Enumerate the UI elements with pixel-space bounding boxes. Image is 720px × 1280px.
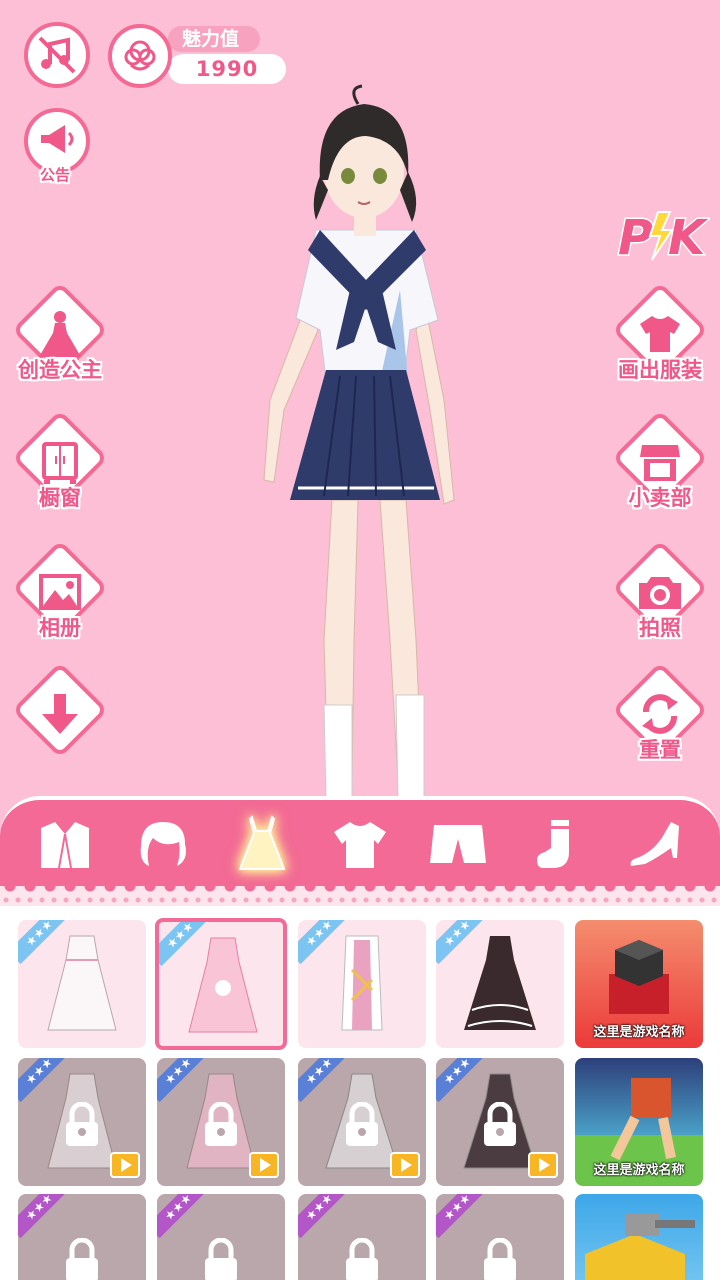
draw-clothes-button[interactable]: 画出服装 [610, 281, 710, 404]
ad-game-title: 这里是游戏名称 [593, 1025, 685, 1040]
shirt-icon [640, 316, 680, 352]
ad-game-title: 这里是游戏名称 [593, 1163, 685, 1178]
wardrobe-label: 橱窗 [39, 486, 81, 510]
download-button[interactable] [10, 661, 110, 784]
pk-button[interactable]: P K [614, 204, 711, 268]
shop-label: 小卖部 [628, 486, 692, 510]
category-hair[interactable] [128, 809, 198, 879]
coat-icon [41, 822, 90, 869]
dress-item-5-locked[interactable]: ★★★ [18, 1058, 146, 1186]
svg-text:P: P [618, 210, 653, 266]
dress-thumbnail [464, 936, 536, 1030]
hair-icon [141, 822, 187, 866]
download-arrow-icon [42, 694, 78, 734]
category-socks[interactable] [522, 809, 592, 879]
lace-dots [0, 896, 720, 904]
music-off-icon [38, 36, 76, 74]
ad-game-2[interactable]: 这里是游戏名称 [575, 1058, 703, 1186]
create-princess-label: 创造公主 [18, 358, 102, 382]
tshirt-icon [333, 822, 386, 868]
item-grid: ★★★ ★★★ ★★★ ★★★ 这里是游戏名称 ★★★ ★★★ ★★★ ★★★ … [0, 906, 720, 1280]
dress-item-10-locked[interactable]: ★★★ [157, 1194, 285, 1280]
dress-thumbnail [47, 935, 117, 1031]
photo-label: 拍照 [639, 616, 681, 640]
dress-item-2[interactable]: ★★★ [155, 918, 287, 1050]
category-coat[interactable] [30, 809, 100, 879]
flower-icon [124, 40, 156, 71]
category-dress[interactable] [227, 809, 297, 879]
notice-label: 公告 [40, 166, 71, 184]
dress-icon [238, 815, 286, 870]
shop-icon [640, 445, 680, 481]
dress-item-6-locked[interactable]: ★★★ [157, 1058, 285, 1186]
reset-icon [642, 694, 678, 734]
ad-game-art [585, 1214, 695, 1280]
category-shorts[interactable] [423, 809, 493, 879]
lock-icon [346, 1102, 378, 1146]
photo-button[interactable]: 拍照 [610, 539, 710, 662]
video-unlock-icon[interactable] [528, 1152, 558, 1178]
dress-item-1[interactable]: ★★★ [18, 920, 146, 1048]
wardrobe-button[interactable]: 橱窗 [10, 409, 110, 532]
wardrobe-icon [42, 442, 78, 484]
pk-logo-icon: P K [617, 209, 711, 268]
reset-button[interactable]: 重置 [610, 661, 710, 784]
ad-game-1[interactable]: 这里是游戏名称 [575, 920, 703, 1048]
heel-shoe-icon [630, 822, 679, 866]
camera-icon [639, 577, 681, 609]
dress-thumbnail [188, 937, 258, 1033]
album-label: 相册 [39, 616, 81, 640]
category-shoes[interactable] [620, 809, 690, 879]
video-unlock-icon[interactable] [249, 1152, 279, 1178]
megaphone-icon [41, 125, 74, 153]
charm-badge [108, 24, 172, 88]
shop-button[interactable]: 小卖部 [610, 409, 710, 532]
dress-item-7-locked[interactable]: ★★★ [298, 1058, 426, 1186]
draw-clothes-label: 画出服装 [618, 358, 702, 382]
lock-icon [484, 1102, 516, 1146]
photo-album-icon [39, 574, 81, 610]
video-unlock-icon[interactable] [110, 1152, 140, 1178]
lock-icon [66, 1102, 98, 1146]
shorts-icon [430, 825, 487, 863]
ad-game-3[interactable] [575, 1194, 703, 1280]
lock-icon [66, 1238, 98, 1280]
create-princess-button[interactable]: 创造公主 [10, 281, 110, 404]
dress-thumbnail [341, 935, 383, 1031]
dress-item-8-locked[interactable]: ★★★ [436, 1058, 564, 1186]
dress-item-12-locked[interactable]: ★★★ [436, 1194, 564, 1280]
category-tshirt[interactable] [325, 809, 395, 879]
dress-item-11-locked[interactable]: ★★★ [298, 1194, 426, 1280]
princess-icon [39, 311, 81, 357]
video-unlock-icon[interactable] [390, 1152, 420, 1178]
reset-label: 重置 [639, 738, 681, 762]
dress-item-4[interactable]: ★★★ [436, 920, 564, 1048]
category-bar [0, 796, 720, 888]
character-model[interactable] [240, 80, 480, 800]
lock-icon [346, 1238, 378, 1280]
lock-icon [205, 1102, 237, 1146]
music-toggle-button[interactable] [24, 22, 90, 88]
dress-item-3[interactable]: ★★★ [298, 920, 426, 1048]
lock-icon [484, 1238, 516, 1280]
album-button[interactable]: 相册 [10, 539, 110, 662]
svg-text:K: K [668, 210, 709, 266]
lock-icon [205, 1238, 237, 1280]
sock-icon [536, 820, 569, 868]
charm-label: 魅力值 [168, 26, 260, 52]
dress-item-9-locked[interactable]: ★★★ [18, 1194, 146, 1280]
